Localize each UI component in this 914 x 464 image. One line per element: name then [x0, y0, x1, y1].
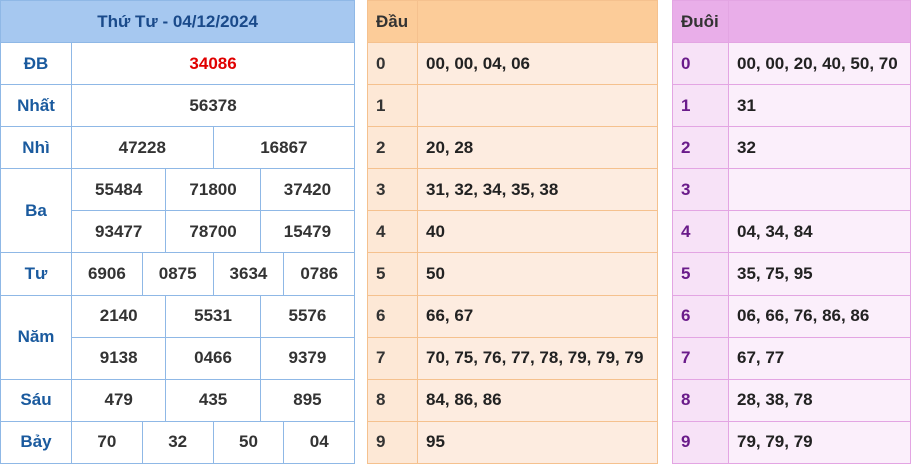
prize-value-sau: 895: [259, 378, 356, 422]
prize-value-nam: 5531: [165, 294, 261, 338]
duoi-values: 28, 38, 78: [728, 378, 911, 422]
duoi-index: 9: [672, 420, 729, 464]
duoi-values: 04, 34, 84: [728, 210, 911, 254]
prize-value-sau: 479: [70, 378, 167, 422]
prize-value-tu: 0786: [283, 252, 356, 296]
prize-label-sau: Sáu: [0, 378, 72, 422]
duoi-values: 32: [728, 126, 911, 170]
prize-value-nam: 9138: [70, 336, 167, 380]
prize-label-nhat: Nhất: [0, 84, 72, 128]
prize-value-nhi: 16867: [212, 126, 356, 170]
duoi-values: 35, 75, 95: [728, 252, 911, 296]
dau-values: 20, 28: [417, 126, 658, 170]
dau-values: [417, 84, 658, 128]
prize-value-db: 34086: [70, 42, 356, 86]
results-table: Thứ Tư - 04/12/2024 ĐB 34086 Nhất 56378 …: [0, 0, 356, 464]
dau-index: 5: [367, 252, 418, 296]
prize-value-bay: 32: [141, 420, 214, 464]
dau-index: 2: [367, 126, 418, 170]
duoi-index: 3: [672, 168, 729, 212]
duoi-header: Đuôi: [672, 0, 729, 44]
dau-table: Đầu 0 00, 00, 04, 06 1 2 20, 28 3 31, 32, 3…: [367, 0, 658, 464]
duoi-values: 79, 79, 79: [728, 420, 911, 464]
prize-value-bay: 04: [283, 420, 356, 464]
prize-value-ba: 78700: [165, 210, 261, 254]
dau-values: 66, 67: [417, 294, 658, 338]
prize-label-nhi: Nhì: [0, 126, 72, 170]
duoi-index: 0: [672, 42, 729, 86]
dau-index: 9: [367, 420, 418, 464]
prize-value-tu: 3634: [212, 252, 285, 296]
duoi-table: Đuôi 0 00, 00, 20, 40, 50, 70 1 31 2 32 3 4…: [672, 0, 911, 464]
dau-index: 6: [367, 294, 418, 338]
prize-value-tu: 0875: [141, 252, 214, 296]
prize-value-nam: 0466: [165, 336, 261, 380]
prize-value-ba: 55484: [70, 168, 167, 212]
dau-values: 84, 86, 86: [417, 378, 658, 422]
prize-label-tu: Tư: [0, 252, 72, 296]
prize-value-nhi: 47228: [71, 126, 214, 170]
duoi-index: 2: [672, 126, 729, 170]
prize-value-bay: 50: [212, 420, 285, 464]
prize-value-ba: 15479: [259, 210, 356, 254]
dau-index: 0: [367, 42, 418, 86]
dau-values: 40: [417, 210, 658, 254]
duoi-values: 31: [728, 84, 911, 128]
duoi-index: 6: [672, 294, 729, 338]
dau-index: 1: [367, 84, 418, 128]
dau-values: 95: [417, 420, 658, 464]
prize-value-nam: 2140: [70, 294, 167, 338]
prize-value-ba: 93477: [70, 210, 167, 254]
dau-values: 31, 32, 34, 35, 38: [417, 168, 658, 212]
duoi-index: 8: [672, 378, 729, 422]
dau-values: 50: [417, 252, 658, 296]
duoi-values: 00, 00, 20, 40, 50, 70: [728, 42, 911, 86]
prize-value-sau: 435: [165, 378, 261, 422]
duoi-values: 06, 66, 76, 86, 86: [728, 294, 911, 338]
duoi-header-blank: [728, 0, 911, 44]
duoi-index: 7: [672, 336, 729, 380]
prize-value-nhat: 56378: [70, 84, 356, 128]
dau-header: Đầu: [367, 0, 418, 44]
prize-value-ba: 37420: [259, 168, 356, 212]
prize-value-bay: 70: [71, 420, 143, 464]
prize-value-nam: 5576: [259, 294, 356, 338]
dau-values: 00, 00, 04, 06: [417, 42, 658, 86]
dau-index: 7: [367, 336, 418, 380]
results-title: Thứ Tư - 04/12/2024: [0, 0, 356, 44]
dau-index: 3: [367, 168, 418, 212]
dau-header-blank: [417, 0, 658, 44]
prize-value-tu: 6906: [71, 252, 143, 296]
duoi-index: 5: [672, 252, 729, 296]
dau-index: 8: [367, 378, 418, 422]
duoi-values: 67, 77: [728, 336, 911, 380]
duoi-values: [728, 168, 911, 212]
duoi-index: 1: [672, 84, 729, 128]
dau-values: 70, 75, 76, 77, 78, 79, 79, 79: [417, 336, 658, 380]
prize-label-ba: Ba: [0, 168, 72, 254]
duoi-index: 4: [672, 210, 729, 254]
dau-index: 4: [367, 210, 418, 254]
prize-label-bay: Bảy: [0, 420, 72, 464]
prize-value-ba: 71800: [165, 168, 261, 212]
prize-label-nam: Năm: [0, 294, 72, 380]
prize-value-nam: 9379: [259, 336, 356, 380]
prize-label-db: ĐB: [0, 42, 72, 86]
